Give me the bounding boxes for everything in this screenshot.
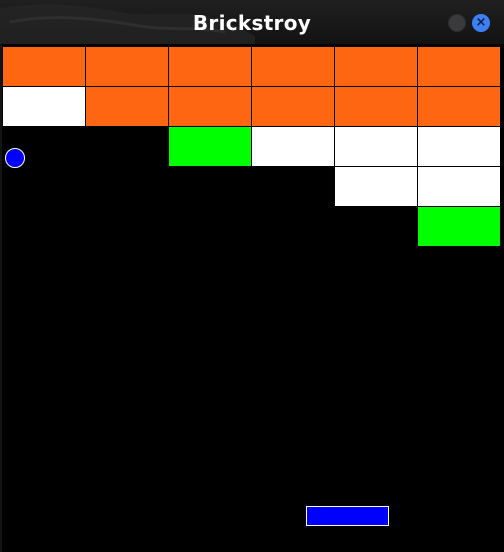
brick-white: [334, 166, 418, 207]
brick-orange: [334, 86, 418, 127]
close-icon: ×: [475, 15, 487, 30]
game-window: Brickstroy ×: [0, 0, 504, 552]
brick-orange: [251, 86, 335, 127]
title-bar[interactable]: Brickstroy ×: [0, 0, 504, 44]
brick-orange: [85, 86, 169, 127]
window-title: Brickstroy: [192, 11, 312, 35]
brick-orange: [334, 46, 418, 87]
ball: [5, 148, 25, 168]
brick-green: [168, 126, 252, 167]
brick-white: [417, 126, 501, 167]
brick-white: [251, 126, 335, 167]
minimize-button[interactable]: [448, 14, 466, 32]
brick-orange: [85, 46, 169, 87]
brick-orange: [417, 46, 501, 87]
brick-white: [417, 166, 501, 207]
brick-orange: [417, 86, 501, 127]
brick-orange: [2, 46, 86, 87]
close-button[interactable]: ×: [472, 14, 490, 32]
brick-orange: [251, 46, 335, 87]
brick-orange: [168, 86, 252, 127]
brick-green: [417, 206, 501, 247]
brick-white: [334, 126, 418, 167]
brick-white: [2, 86, 86, 127]
brick-orange: [168, 46, 252, 87]
paddle[interactable]: [306, 506, 389, 526]
